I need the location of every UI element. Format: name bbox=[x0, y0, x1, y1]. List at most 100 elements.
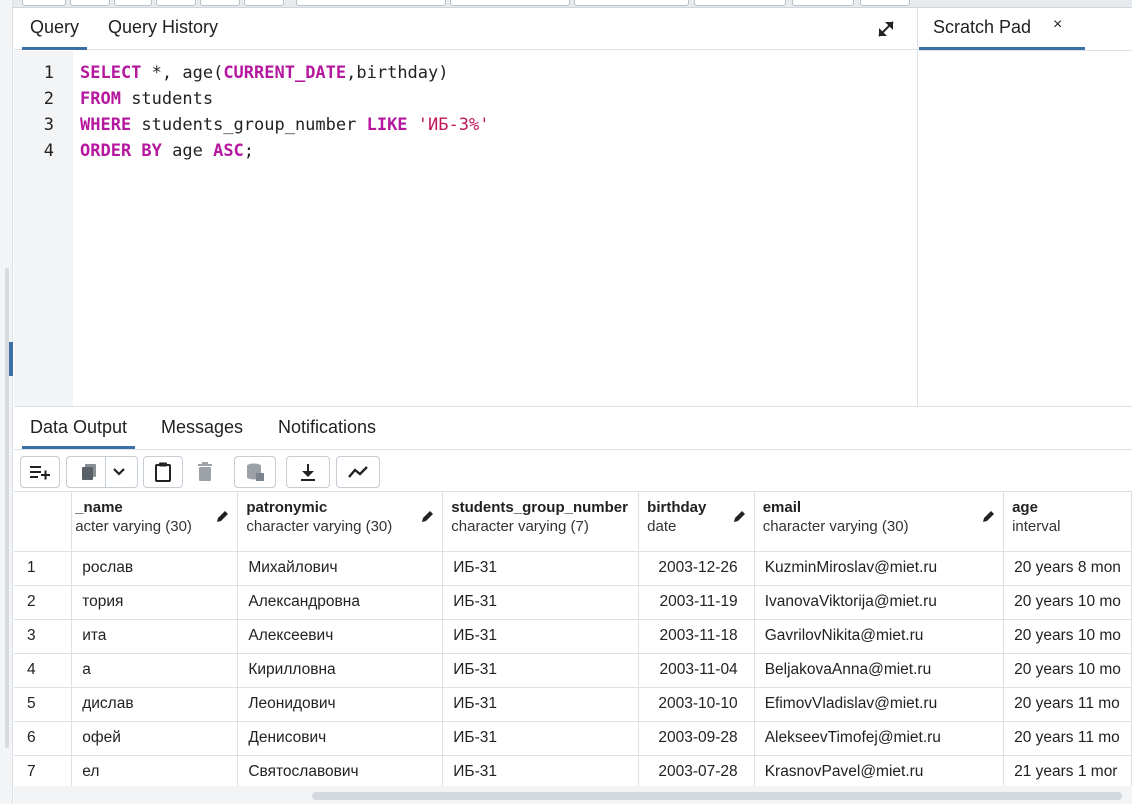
row-number-cell[interactable]: 6 bbox=[14, 721, 73, 756]
vertical-scrollbar[interactable] bbox=[5, 268, 9, 748]
download-button[interactable] bbox=[286, 456, 330, 488]
save-data-button[interactable] bbox=[234, 456, 276, 488]
toolbar-button[interactable] bbox=[70, 0, 110, 6]
cell-birthday[interactable]: 2003-11-19 bbox=[638, 585, 755, 620]
cell-name[interactable]: офей bbox=[71, 721, 239, 756]
table-row[interactable]: 7 ел Святославович ИБ-31 2003-07-28 KrasnovPa… bbox=[14, 755, 1132, 787]
toolbar-button[interactable] bbox=[792, 0, 854, 6]
edit-pencil-icon[interactable] bbox=[215, 510, 229, 524]
column-header-age[interactable]: age interval bbox=[1003, 492, 1132, 552]
copy-button[interactable] bbox=[66, 456, 138, 488]
tab-query[interactable]: Query bbox=[22, 8, 88, 50]
column-header-name[interactable]: _name acter varying (30) bbox=[71, 492, 239, 552]
edit-pencil-icon[interactable] bbox=[420, 510, 434, 524]
table-row[interactable]: 6 офей Денисович ИБ-31 2003-09-28 AlekseevTim… bbox=[14, 721, 1132, 756]
cell-age[interactable]: 20 years 8 mon bbox=[1003, 551, 1132, 586]
chevron-down-icon[interactable] bbox=[112, 467, 126, 477]
data-grid[interactable]: _name acter varying (30) patronymic char… bbox=[14, 491, 1132, 787]
toolbar-button[interactable] bbox=[860, 0, 910, 6]
cell-group-number[interactable]: ИБ-31 bbox=[442, 551, 640, 586]
tab-messages[interactable]: Messages bbox=[153, 407, 251, 449]
table-row[interactable]: 3 ита Алексеевич ИБ-31 2003-11-18 GavrilovNik… bbox=[14, 619, 1132, 654]
cell-patronymic[interactable]: Леонидович bbox=[237, 687, 444, 722]
table-row[interactable]: 5 дислав Леонидович ИБ-31 2003-10-10 EfimovVl… bbox=[14, 687, 1132, 722]
cell-name[interactable]: тория bbox=[71, 585, 239, 620]
code-area[interactable]: SELECT *, age(CURRENT_DATE,birthday) FRO… bbox=[80, 51, 917, 406]
toolbar-button[interactable] bbox=[156, 0, 196, 6]
row-number-cell[interactable]: 4 bbox=[14, 653, 73, 688]
cell-patronymic[interactable]: Денисович bbox=[237, 721, 444, 756]
cell-name[interactable]: а bbox=[71, 653, 239, 688]
paste-button[interactable] bbox=[143, 456, 183, 488]
cell-birthday[interactable]: 2003-09-28 bbox=[638, 721, 755, 756]
cell-group-number[interactable]: ИБ-31 bbox=[442, 653, 640, 688]
toolbar-button[interactable] bbox=[694, 0, 786, 6]
table-row[interactable]: 2 тория Александровна ИБ-31 2003-11-19 Ivanov… bbox=[14, 585, 1132, 620]
close-icon[interactable]: × bbox=[1053, 16, 1062, 34]
cell-group-number[interactable]: ИБ-31 bbox=[442, 619, 640, 654]
row-number-cell[interactable]: 5 bbox=[14, 687, 73, 722]
delete-button[interactable] bbox=[185, 456, 225, 488]
cell-age[interactable]: 20 years 11 mo bbox=[1003, 721, 1132, 756]
cell-birthday[interactable]: 2003-11-04 bbox=[638, 653, 755, 688]
toolbar-button[interactable] bbox=[296, 0, 446, 6]
cell-age[interactable]: 20 years 11 mo bbox=[1003, 687, 1132, 722]
toolbar-button[interactable] bbox=[244, 0, 284, 6]
toolbar-button[interactable] bbox=[574, 0, 689, 6]
toolbar-button[interactable] bbox=[22, 0, 66, 6]
cell-email[interactable]: EfimovVladislav@miet.ru bbox=[754, 687, 1005, 722]
cell-patronymic[interactable]: Алексеевич bbox=[237, 619, 444, 654]
cell-age[interactable]: 21 years 1 mor bbox=[1003, 755, 1132, 787]
edit-pencil-icon[interactable] bbox=[732, 510, 746, 524]
edit-pencil-icon[interactable] bbox=[981, 510, 995, 524]
cell-name[interactable]: дислав bbox=[71, 687, 239, 722]
cell-email[interactable]: KuzminMiroslav@miet.ru bbox=[754, 551, 1005, 586]
column-header-email[interactable]: email character varying (30) bbox=[754, 492, 1005, 552]
left-sidebar-edge bbox=[0, 0, 13, 804]
cell-email[interactable]: KrasnovPavel@miet.ru bbox=[754, 755, 1005, 787]
horizontal-scrollbar[interactable] bbox=[312, 792, 1122, 800]
cell-patronymic[interactable]: Александровна bbox=[237, 585, 444, 620]
column-header-birthday[interactable]: birthday date bbox=[638, 492, 755, 552]
cell-age[interactable]: 20 years 10 mo bbox=[1003, 653, 1132, 688]
toolbar-button[interactable] bbox=[200, 0, 240, 6]
row-number-cell[interactable]: 1 bbox=[14, 551, 73, 586]
tab-notifications[interactable]: Notifications bbox=[270, 407, 384, 449]
cell-patronymic[interactable]: Святославович bbox=[237, 755, 444, 787]
cell-name[interactable]: ита bbox=[71, 619, 239, 654]
add-row-button[interactable] bbox=[20, 456, 60, 488]
cell-birthday[interactable]: 2003-07-28 bbox=[638, 755, 755, 787]
cell-group-number[interactable]: ИБ-31 bbox=[442, 721, 640, 756]
toolbar-button[interactable] bbox=[114, 0, 152, 6]
tab-data-output[interactable]: Data Output bbox=[22, 407, 136, 449]
cell-patronymic[interactable]: Михайлович bbox=[237, 551, 444, 586]
row-number-cell[interactable]: 3 bbox=[14, 619, 73, 654]
sql-editor[interactable]: 1 2 3 4 SELECT *, age(CURRENT_DATE,birth… bbox=[14, 51, 917, 406]
cell-age[interactable]: 20 years 10 mo bbox=[1003, 619, 1132, 654]
cell-group-number[interactable]: ИБ-31 bbox=[442, 687, 640, 722]
cell-email[interactable]: BeljakovaAnna@miet.ru bbox=[754, 653, 1005, 688]
toolbar-button[interactable] bbox=[450, 0, 570, 6]
tab-query-history[interactable]: Query History bbox=[100, 8, 226, 50]
column-header-students-group-number[interactable]: students_group_number character varying … bbox=[442, 492, 640, 552]
cell-name[interactable]: ел bbox=[71, 755, 239, 787]
graph-visualiser-button[interactable] bbox=[336, 456, 380, 488]
row-number-cell[interactable]: 2 bbox=[14, 585, 73, 620]
cell-email[interactable]: GavrilovNikita@miet.ru bbox=[754, 619, 1005, 654]
cell-birthday[interactable]: 2003-12-26 bbox=[638, 551, 755, 586]
cell-group-number[interactable]: ИБ-31 bbox=[442, 585, 640, 620]
cell-email[interactable]: IvanovaViktorija@miet.ru bbox=[754, 585, 1005, 620]
cell-age[interactable]: 20 years 10 mo bbox=[1003, 585, 1132, 620]
cell-name[interactable]: рослав bbox=[71, 551, 239, 586]
column-header-patronymic[interactable]: patronymic character varying (30) bbox=[237, 492, 444, 552]
expand-icon[interactable] bbox=[875, 18, 897, 40]
cell-birthday[interactable]: 2003-10-10 bbox=[638, 687, 755, 722]
table-row[interactable]: 1 рослав Михайлович ИБ-31 2003-12-26 KuzminMi… bbox=[14, 551, 1132, 586]
cell-email[interactable]: AlekseevTimofej@miet.ru bbox=[754, 721, 1005, 756]
cell-birthday[interactable]: 2003-11-18 bbox=[638, 619, 755, 654]
table-row[interactable]: 4 а Кирилловна ИБ-31 2003-11-04 BeljakovaAnna… bbox=[14, 653, 1132, 688]
row-number-cell[interactable]: 7 bbox=[14, 755, 73, 787]
cell-group-number[interactable]: ИБ-31 bbox=[442, 755, 640, 787]
cell-patronymic[interactable]: Кирилловна bbox=[237, 653, 444, 688]
